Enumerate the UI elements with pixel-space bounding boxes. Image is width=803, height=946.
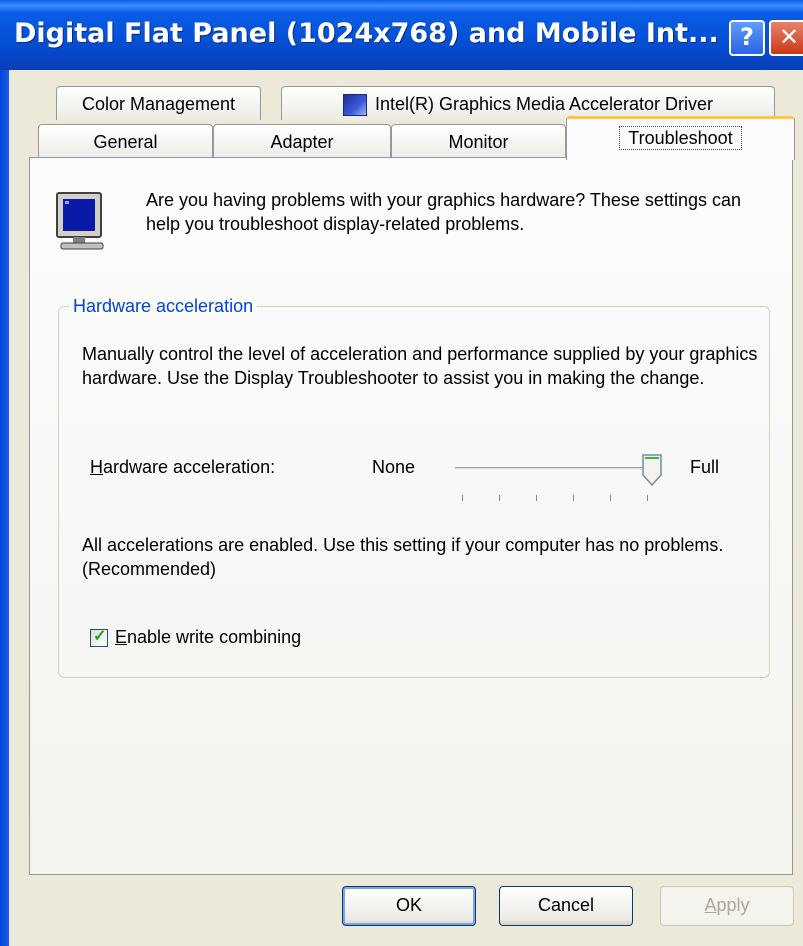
acceleration-description: Manually control the level of accelerati… <box>82 344 758 388</box>
title-bar[interactable]: Digital Flat Panel (1024x768) and Mobile… <box>0 0 803 70</box>
write-combining-label-text: nable write combining <box>127 627 302 647</box>
tab-troubleshoot[interactable]: Troubleshoot <box>566 116 795 160</box>
help-button[interactable]: ? <box>729 20 765 56</box>
intro-text: Are you having problems with your graphi… <box>146 190 741 234</box>
group-title: Hardware acceleration <box>69 295 258 317</box>
slider-thumb[interactable] <box>641 453 663 487</box>
tab-adapter[interactable]: Adapter <box>213 124 391 158</box>
window-title: Digital Flat Panel (1024x768) and Mobile… <box>14 18 719 49</box>
slider-tick <box>536 495 537 501</box>
tab-label: Monitor <box>448 132 509 152</box>
slider-tick <box>573 495 574 501</box>
slider-ticks <box>462 495 662 503</box>
slider-min-label: None <box>372 457 416 477</box>
slider-max-label: Full <box>690 457 720 477</box>
tab-color-management[interactable]: Color Management <box>56 86 261 120</box>
checkmark-icon: ✓ <box>93 628 107 645</box>
write-combining-checkbox[interactable]: ✓ <box>90 628 108 647</box>
cancel-button[interactable]: Cancel <box>499 886 633 926</box>
close-button[interactable]: ✕ <box>769 20 803 56</box>
tab-general[interactable]: General <box>38 124 213 158</box>
accelerator-key: E <box>115 627 128 647</box>
tab-label: Troubleshoot <box>619 126 742 150</box>
intel-graphics-icon <box>342 94 367 117</box>
accelerator-key: A <box>704 895 717 915</box>
slider-tick <box>647 495 648 501</box>
slider-tick <box>610 495 611 501</box>
hardware-acceleration-group: Hardware acceleration Manually control t… <box>58 295 770 678</box>
tab-intel-graphics-driver[interactable]: Intel(R) Graphics Media Accelerator Driv… <box>281 86 775 120</box>
slider-label: Hardware acceleration: <box>90 457 275 478</box>
dialog-content: Color Management Intel(R) Graphics Media… <box>9 70 803 946</box>
window-frame-left <box>0 70 9 946</box>
troubleshoot-panel: Are you having problems with your graphi… <box>29 157 793 875</box>
apply-button[interactable]: Apply <box>660 886 794 926</box>
acceleration-slider[interactable] <box>455 467 653 471</box>
display-properties-window: Digital Flat Panel (1024x768) and Mobile… <box>0 0 803 946</box>
slider-label-text: ardware acceleration: <box>103 457 276 477</box>
tab-label: Color Management <box>81 94 236 114</box>
monitor-icon <box>56 192 104 250</box>
tab-label: Adapter <box>270 132 334 152</box>
tab-label: General <box>93 132 158 152</box>
write-combining-label[interactable]: Enable write combining <box>115 627 301 648</box>
acceleration-status-text: All accelerations are enabled. Use this … <box>82 535 724 579</box>
accelerator-key: H <box>90 457 103 477</box>
apply-button-text: pply <box>716 895 750 915</box>
slider-tick <box>499 495 500 501</box>
ok-button[interactable]: OK <box>342 886 476 926</box>
tab-monitor[interactable]: Monitor <box>391 124 566 158</box>
slider-tick <box>462 495 463 501</box>
